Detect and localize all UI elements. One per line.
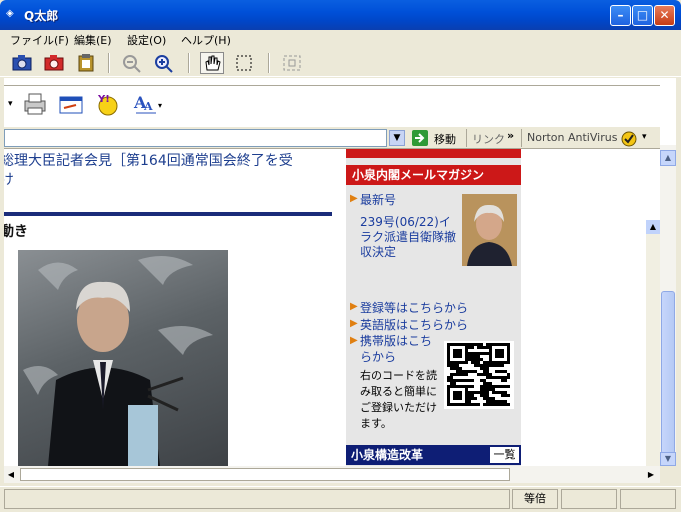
photo-image <box>23 256 213 466</box>
select-area-button[interactable] <box>232 52 256 74</box>
go-button-label[interactable]: 移動 <box>434 131 456 147</box>
sidebar-top-banner <box>346 149 521 158</box>
qr-code <box>444 341 514 409</box>
address-separator <box>521 129 522 147</box>
scroll-down-button[interactable]: ▼ <box>660 452 676 466</box>
hand-icon <box>205 55 221 71</box>
section-rule <box>4 212 332 216</box>
title-bar <box>0 0 681 30</box>
app-icon: ◈ <box>6 8 14 19</box>
hand-tool-button[interactable] <box>200 52 224 74</box>
toolbar-separator <box>188 53 190 73</box>
status-panel <box>561 489 617 509</box>
captured-scroll-up-icon: ▲ <box>646 220 660 234</box>
horizontal-scroll-thumb[interactable] <box>20 468 510 481</box>
address-field[interactable] <box>4 129 387 147</box>
go-arrow-icon[interactable] <box>411 129 429 147</box>
svg-text:Y!: Y! <box>97 94 110 105</box>
captured-vertical-scrollbar <box>646 220 660 466</box>
font-size-icon: AA ▾ <box>133 93 162 114</box>
qr-description: 右のコードを読み取ると簡単にご登録いただけます。 <box>360 369 437 430</box>
menu-help[interactable]: ヘルプ(H) <box>181 32 231 48</box>
menu-edit[interactable]: 編集(E) <box>74 32 112 48</box>
links-chevron[interactable]: » <box>507 129 514 142</box>
mail-magazine-header: 小泉内閣メールマガジン <box>346 165 521 185</box>
register-link[interactable]: 登録等はこちらから <box>360 299 468 316</box>
menu-bar: ファイル(F) 編集(E) 設定(O) ヘルプ(H) <box>0 30 681 49</box>
mobile-version-link[interactable]: 携帯版はこちらから <box>360 333 432 365</box>
dropdown-arrow-icon: ▾ <box>8 99 13 109</box>
address-dropdown-button[interactable]: ▼ <box>389 130 405 146</box>
print-icon <box>24 93 46 115</box>
clipboard-icon <box>78 54 94 72</box>
headline-tail[interactable]: け <box>4 172 14 188</box>
capture-viewport[interactable]: ▾ Y! A A ▾ ▼ 移動 リンク » Norton AntiVirus ▾ 総… <box>4 78 660 466</box>
captured-address-bar: ▼ 移動 リンク » Norton AntiVirus ▾ <box>4 126 660 149</box>
zoom-in-icon <box>155 55 173 73</box>
status-panel <box>620 489 676 509</box>
zoom-out-icon <box>123 55 141 73</box>
window-title: Q太郎 <box>24 9 59 23</box>
status-bar: 等倍 <box>0 486 681 512</box>
minimize-button[interactable]: – <box>610 5 631 26</box>
scroll-up-button[interactable]: ▲ <box>660 150 676 166</box>
capture-red-camera-button[interactable] <box>42 52 66 74</box>
headline-link[interactable]: 総理大臣記者会見［第164回通常国会終了を受 け <box>4 152 340 190</box>
latest-issue-label[interactable]: 最新号 <box>360 191 396 208</box>
bullet-icon: ▶ <box>350 318 358 329</box>
scroll-left-button[interactable]: ◀ <box>4 466 18 483</box>
vertical-scroll-thumb[interactable] <box>661 291 675 454</box>
scrollbar-top-area <box>660 78 676 145</box>
zoom-status: 等倍 <box>512 489 558 509</box>
grid-button[interactable] <box>280 52 304 74</box>
status-message-panel <box>4 489 510 509</box>
bullet-icon: ▶ <box>350 301 358 312</box>
maximize-button[interactable]: □ <box>632 5 653 26</box>
scroll-right-button[interactable]: ▶ <box>644 466 658 483</box>
menu-file[interactable]: ファイル(F) <box>10 32 69 48</box>
svg-text:▾: ▾ <box>158 101 162 110</box>
latest-issue-link[interactable]: 239号(06/22)イラク派遣自衛隊撤収決定 <box>360 215 460 260</box>
norton-dropdown-icon[interactable]: ▾ <box>642 132 647 142</box>
toolbar-separator <box>268 53 270 73</box>
address-separator <box>466 129 467 147</box>
list-all-link[interactable]: 一覧 <box>490 447 519 463</box>
zoom-in-button[interactable] <box>152 52 176 74</box>
clipboard-button[interactable] <box>74 52 98 74</box>
norton-antivirus-label[interactable]: Norton AntiVirus <box>527 131 617 144</box>
english-version-link[interactable]: 英語版はこちらから <box>360 316 468 333</box>
close-button[interactable]: ✕ <box>654 5 675 26</box>
bullet-icon: ▶ <box>350 193 358 204</box>
capture-camera-button[interactable] <box>10 52 34 74</box>
camera-red-icon <box>44 55 64 71</box>
main-toolbar <box>0 49 681 77</box>
captured-toolbar-rule <box>4 85 660 86</box>
edit-window-icon <box>59 96 83 114</box>
press-conference-photo <box>18 250 228 466</box>
norton-shield-icon[interactable] <box>620 130 638 147</box>
toolbar-separator <box>108 53 110 73</box>
koizumi-portrait <box>462 194 517 266</box>
yahoo-messenger-icon: Y! <box>97 94 118 116</box>
section-heading: 動き <box>4 224 28 240</box>
bullet-icon: ▶ <box>350 335 358 346</box>
zoom-out-button[interactable] <box>120 52 144 74</box>
qr-code-image <box>447 343 510 406</box>
captured-ie-icons: ▾ Y! A A ▾ <box>4 90 660 126</box>
svg-text:A: A <box>143 100 153 113</box>
selection-rect-icon <box>236 55 252 71</box>
links-label[interactable]: リンク <box>472 131 505 147</box>
grid-icon <box>283 55 301 71</box>
camera-blue-icon <box>12 55 32 71</box>
headline-text[interactable]: 総理大臣記者会見［第164回通常国会終了を受 <box>4 153 293 169</box>
menu-settings[interactable]: 設定(O) <box>127 32 166 48</box>
captured-webpage: 総理大臣記者会見［第164回通常国会終了を受 け 動き 小泉内閣メールマガジン … <box>4 149 660 466</box>
